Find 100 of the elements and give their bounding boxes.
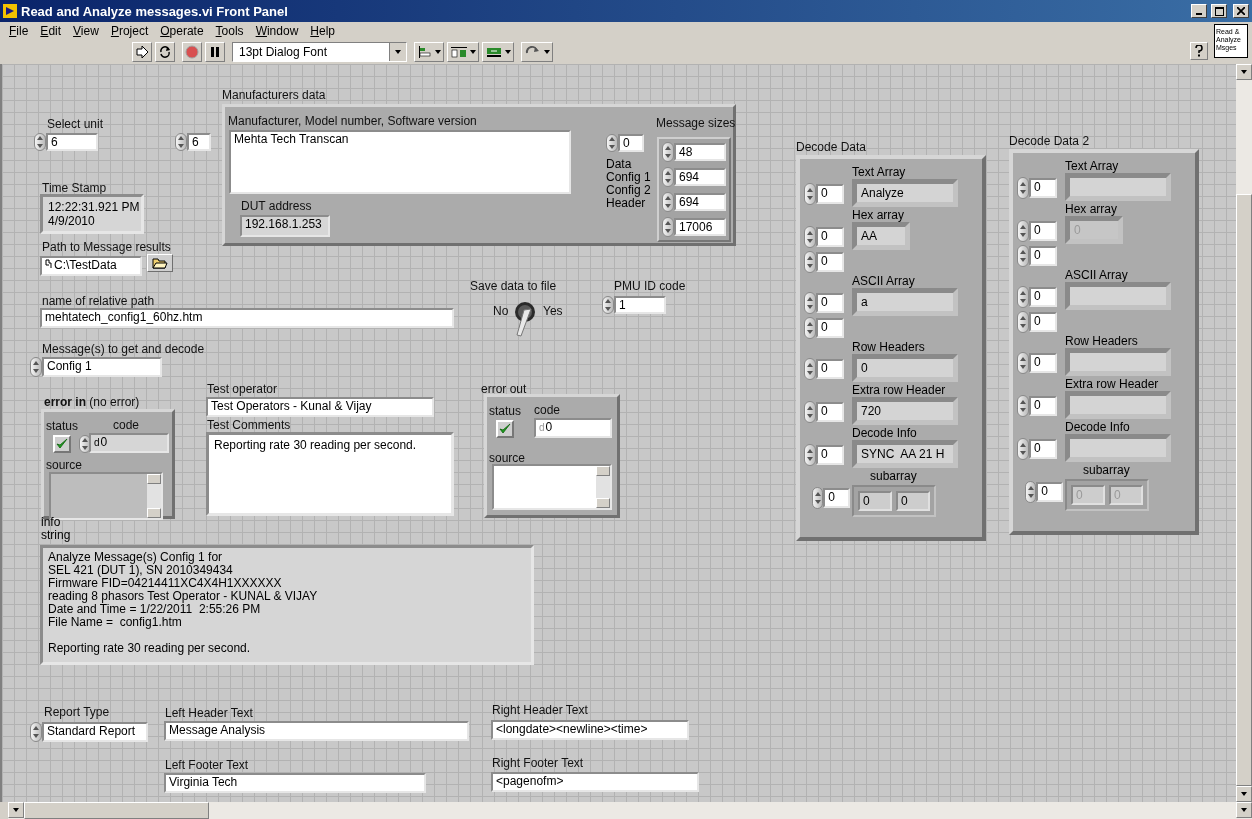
reorder-dropdown[interactable] xyxy=(521,42,553,62)
spinner-button[interactable] xyxy=(1017,395,1029,417)
index-field[interactable]: 0 xyxy=(823,488,850,508)
run-button[interactable] xyxy=(132,42,152,62)
font-dropdown[interactable]: 13pt Dialog Font xyxy=(232,42,407,62)
text-field[interactable]: <longdate><newline><time> xyxy=(491,720,689,740)
index-field[interactable]: 0 xyxy=(1029,439,1057,459)
menu-item[interactable]: Project xyxy=(105,24,154,38)
code-field[interactable]: d0 xyxy=(534,418,612,438)
index-field[interactable]: 0 xyxy=(816,252,844,272)
spinner-button[interactable] xyxy=(662,217,674,237)
spinner-button[interactable] xyxy=(804,183,816,205)
numeric-field[interactable]: 6 xyxy=(46,133,98,151)
string-indicator: SYNC AA 21 H xyxy=(852,440,958,468)
index-field[interactable]: 0 xyxy=(816,445,844,465)
index-field[interactable]: 0 xyxy=(1029,246,1057,266)
index-field[interactable]: 0 xyxy=(618,134,644,152)
spinner-button[interactable] xyxy=(812,487,824,509)
spinner-button[interactable] xyxy=(1017,245,1029,267)
abort-button[interactable] xyxy=(182,42,202,62)
spinner-button[interactable] xyxy=(602,296,614,314)
code-field[interactable]: d0 xyxy=(89,433,169,453)
text-field[interactable]: Virginia Tech xyxy=(164,773,426,793)
index-field[interactable]: 0 xyxy=(1029,287,1057,307)
spinner-button[interactable] xyxy=(804,358,816,380)
menu-item[interactable]: Help xyxy=(305,24,340,38)
index-field[interactable]: 0 xyxy=(816,359,844,379)
resize-dropdown[interactable] xyxy=(482,42,514,62)
browse-button[interactable] xyxy=(147,254,173,272)
spinner-button[interactable] xyxy=(34,133,46,151)
spinner-button[interactable] xyxy=(1017,286,1029,308)
index-field[interactable]: 0 xyxy=(1029,396,1057,416)
menu-item[interactable]: Tools xyxy=(210,24,249,38)
close-button[interactable] xyxy=(1233,4,1249,18)
index-field[interactable]: 0 xyxy=(816,402,844,422)
comments-field[interactable]: Reporting rate 30 reading per second. xyxy=(206,432,454,516)
text-field[interactable]: Mehta Tech Transcan xyxy=(229,130,571,194)
index-field[interactable]: 0 xyxy=(1029,178,1057,198)
index-field[interactable]: 0 xyxy=(1036,482,1063,502)
spinner-button[interactable] xyxy=(662,192,674,212)
distribute-dropdown[interactable] xyxy=(447,42,479,62)
maximize-button[interactable] xyxy=(1211,4,1227,18)
spinner-button[interactable] xyxy=(804,226,816,248)
text-field[interactable]: mehtatech_config1_60hz.htm xyxy=(40,308,454,328)
index-field[interactable]: 0 xyxy=(816,293,844,313)
menu-item[interactable]: Window xyxy=(250,24,304,38)
menu-item[interactable]: Operate xyxy=(155,24,209,38)
control-label: PMU ID code xyxy=(614,279,686,293)
text-field[interactable]: Message Analysis xyxy=(164,721,469,741)
scrollbar[interactable] xyxy=(596,466,610,508)
spinner-button[interactable] xyxy=(662,167,674,187)
vertical-scrollbar[interactable] xyxy=(1236,64,1252,802)
text-field[interactable]: <pagenofm> xyxy=(491,772,699,792)
spinner-button[interactable] xyxy=(804,292,816,314)
spinner-button[interactable] xyxy=(606,134,618,152)
spinner-button[interactable] xyxy=(30,722,42,742)
numeric-field[interactable]: 17006 xyxy=(674,218,726,236)
index-field[interactable]: 6 xyxy=(187,133,211,151)
spinner-button[interactable] xyxy=(30,357,42,377)
help-button[interactable] xyxy=(1190,42,1208,60)
source-box[interactable] xyxy=(492,464,612,510)
spinner-button[interactable] xyxy=(804,317,816,339)
spinner-button[interactable] xyxy=(1017,220,1029,242)
horizontal-scrollbar[interactable] xyxy=(8,802,1252,819)
run-continuously-button[interactable] xyxy=(155,42,175,62)
spinner-button[interactable] xyxy=(804,401,816,423)
pause-button[interactable] xyxy=(205,42,225,62)
index-field[interactable]: 0 xyxy=(1029,353,1057,373)
scrollbar[interactable] xyxy=(147,474,161,518)
spinner-button[interactable] xyxy=(1017,438,1029,460)
ring-selector[interactable]: Config 1 xyxy=(42,357,162,377)
numeric-field[interactable]: 694 xyxy=(674,193,726,211)
index-field[interactable]: 0 xyxy=(816,318,844,338)
array-element: 0 xyxy=(896,491,930,511)
index-field[interactable]: 0 xyxy=(1029,312,1057,332)
text-field[interactable]: Test Operators - Kunal & Vijay xyxy=(206,397,434,417)
numeric-field[interactable]: 694 xyxy=(674,168,726,186)
spinner-button[interactable] xyxy=(804,444,816,466)
minimize-button[interactable] xyxy=(1191,4,1207,18)
control-label: ASCII Array xyxy=(852,274,916,288)
menu-item[interactable]: Edit xyxy=(35,24,67,38)
path-field[interactable]: C:\TestData xyxy=(40,256,142,276)
menu-item[interactable]: View xyxy=(68,24,104,38)
spinner-button[interactable] xyxy=(804,251,816,273)
index-field[interactable]: 0 xyxy=(816,184,844,204)
align-dropdown[interactable] xyxy=(414,42,444,62)
spinner-button[interactable] xyxy=(1017,311,1029,333)
spinner-button[interactable] xyxy=(1017,352,1029,374)
status-indicator[interactable] xyxy=(496,420,514,438)
index-field[interactable]: 0 xyxy=(1029,221,1057,241)
spinner-button[interactable] xyxy=(175,133,187,151)
ring-selector[interactable]: Standard Report xyxy=(42,722,148,742)
spinner-button[interactable] xyxy=(662,142,674,162)
numeric-field[interactable]: 48 xyxy=(674,143,726,161)
menu-item[interactable]: File xyxy=(4,24,34,38)
status-indicator[interactable] xyxy=(53,435,71,453)
index-field[interactable]: 0 xyxy=(816,227,844,247)
spinner-button[interactable] xyxy=(1025,481,1037,503)
spinner-button[interactable] xyxy=(1017,177,1029,199)
numeric-field[interactable]: 1 xyxy=(614,296,666,314)
